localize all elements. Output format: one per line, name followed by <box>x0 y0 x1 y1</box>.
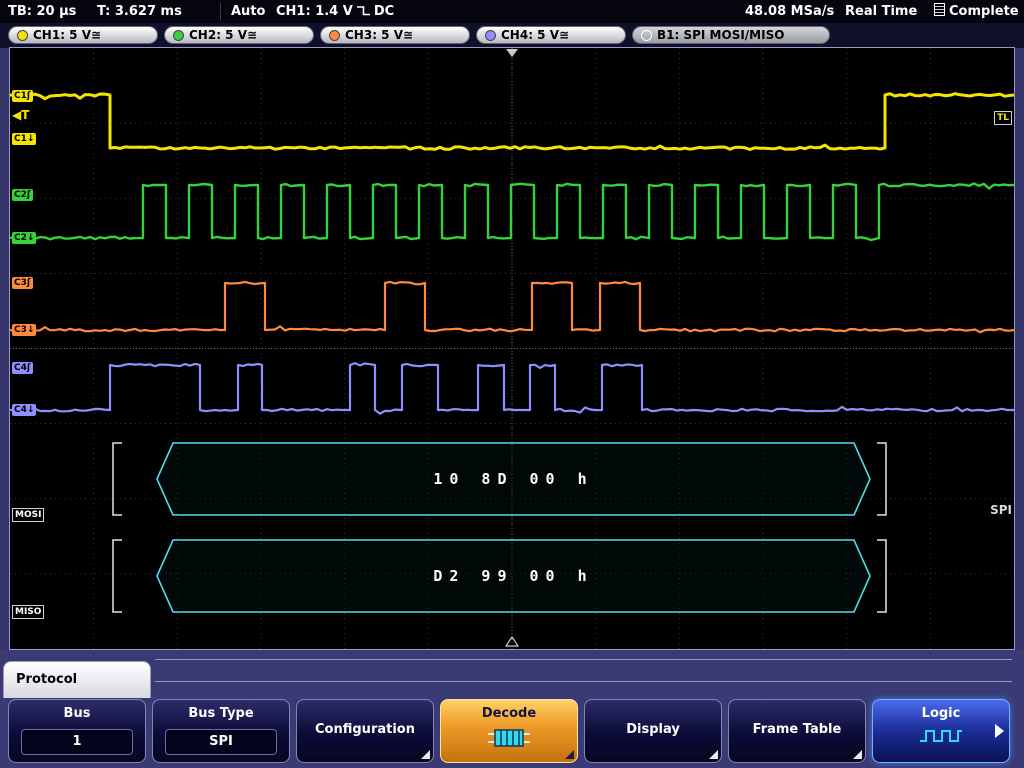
b1-label: B1: SPI MOSI/MISO <box>657 28 784 42</box>
logic-icon <box>873 728 1009 744</box>
acquisition-status-text: Complete <box>949 4 1019 19</box>
channel-button-ch2[interactable]: CH2: 5 V≅ <box>164 26 314 44</box>
sample-rate-readout: 48.08 MSa/s <box>745 0 834 23</box>
softkey-label: Frame Table <box>729 700 865 760</box>
channel-bar: CH1: 5 V≅ CH2: 5 V≅ CH3: 5 V≅ CH4: 5 V≅ … <box>0 23 1024 48</box>
status-bar: TB: 20 µs T: 3.627 ms Auto CH1: 1.4 VDC … <box>0 0 1024 23</box>
bus-value: 1 <box>21 729 133 755</box>
ch3-color-dot <box>329 30 340 41</box>
channel-button-ch4[interactable]: CH4: 5 V≅ <box>476 26 626 44</box>
submenu-arrow-icon <box>995 724 1004 738</box>
falling-edge-icon <box>356 2 371 25</box>
bottom-panel: Protocol Bus 1 Bus Type SPI Configuratio… <box>0 650 1024 768</box>
menu-title-protocol: Protocol <box>3 661 151 698</box>
trigger-position-marker <box>506 49 518 57</box>
softkey-bus-type[interactable]: Bus Type SPI <box>152 699 290 763</box>
divider-line <box>155 681 1012 682</box>
frame-bracket-left <box>113 540 122 612</box>
trigger-coupling: DC <box>374 4 394 19</box>
timebase-readout: TB: 20 µs <box>8 0 76 23</box>
b1-color-dot <box>641 30 652 41</box>
divider-line <box>155 659 1012 660</box>
ch1-label: CH1: 5 V≅ <box>33 28 101 42</box>
trigger-source-text: CH1: 1.4 V <box>276 4 353 19</box>
softkey-display[interactable]: Display <box>584 699 722 763</box>
waveform-display[interactable]: 10 8D 00 hD2 99 00 h C1ʃ◀TC1↓C2ʃC2↓C3ʃC3… <box>9 47 1015 650</box>
submenu-corner-icon <box>853 750 862 759</box>
submenu-corner-icon <box>709 750 718 759</box>
submenu-corner-icon <box>421 750 430 759</box>
ch2-label: CH2: 5 V≅ <box>189 28 257 42</box>
softkey-row: Bus 1 Bus Type SPI Configuration Decode … <box>8 699 1010 763</box>
softkey-label: Bus Type <box>153 706 289 721</box>
channel-button-ch1[interactable]: CH1: 5 V≅ <box>8 26 158 44</box>
ch4-label: CH4: 5 V≅ <box>501 28 569 42</box>
softkey-label: Logic <box>873 706 1009 721</box>
softkey-bus[interactable]: Bus 1 <box>8 699 146 763</box>
acquisition-status: Complete <box>934 0 1019 23</box>
scope-canvas: 10 8D 00 h D2 99 00 h <box>10 48 1014 649</box>
bus-type-value: SPI <box>165 729 277 755</box>
channel-button-ch3[interactable]: CH3: 5 V≅ <box>320 26 470 44</box>
softkey-label: Decode <box>441 706 577 721</box>
trigger-mode: Auto <box>231 0 265 23</box>
divider <box>220 3 221 20</box>
ch2-trace <box>10 183 1014 240</box>
ch4-color-dot <box>485 30 496 41</box>
softkey-logic[interactable]: Logic <box>872 699 1010 763</box>
softkey-label: Bus <box>9 706 145 721</box>
softkey-decode[interactable]: Decode <box>440 699 578 763</box>
frame-bracket-left <box>113 443 122 515</box>
ch2-color-dot <box>173 30 184 41</box>
softkey-frame-table[interactable]: Frame Table <box>728 699 866 763</box>
bus-button-b1[interactable]: B1: SPI MOSI/MISO <box>632 26 830 44</box>
frame-bracket-right <box>877 540 886 612</box>
softkey-label: Display <box>585 700 721 760</box>
trigger-time-readout: T: 3.627 ms <box>97 0 182 23</box>
ch1-color-dot <box>17 30 28 41</box>
submenu-corner-icon <box>565 750 574 759</box>
bus-value-miso: D2 99 00 h <box>433 567 593 585</box>
softkey-label: Configuration <box>297 700 433 760</box>
decode-icon <box>441 728 577 748</box>
acquisition-mode: Real Time <box>845 0 917 23</box>
trigger-source-readout: CH1: 1.4 V DC <box>276 0 394 25</box>
ch3-label: CH3: 5 V≅ <box>345 28 413 42</box>
bus-value-mosi: 10 8D 00 h <box>433 470 593 488</box>
complete-icon <box>934 3 945 16</box>
softkey-configuration[interactable]: Configuration <box>296 699 434 763</box>
frame-bracket-right <box>877 443 886 515</box>
